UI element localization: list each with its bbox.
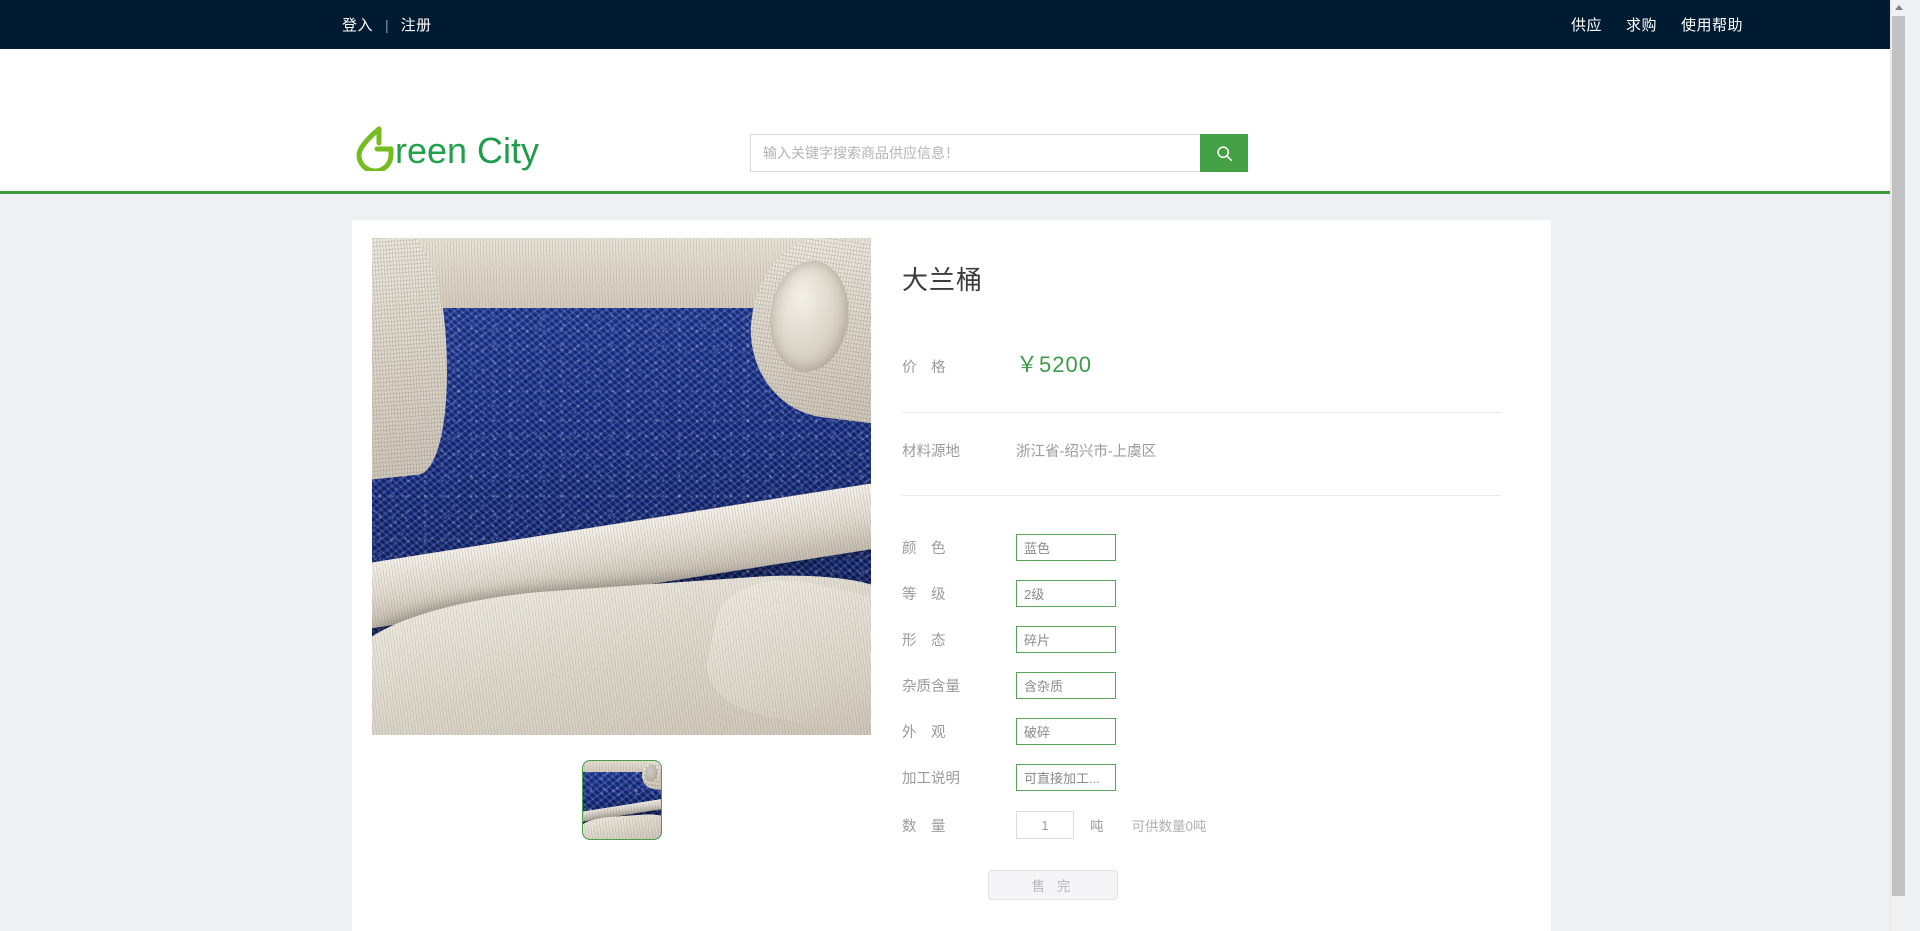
site-header: reen City [0,49,1905,194]
site-logo[interactable]: reen City [349,124,554,171]
svg-text:reen: reen [395,130,467,171]
product-title: 大兰桶 [902,265,984,295]
quantity-row: 数 量 吨 可供数量0吨 [902,802,1501,848]
divider-under-origin [902,495,1501,496]
attribute-row-color: 颜 色 蓝色 [902,524,1501,570]
svg-text:City: City [477,130,539,171]
attribute-label-form: 形 态 [902,632,946,649]
product-card-inner: 大兰桶 价 格 ￥5200 材料源地 浙江省-绍兴市-上虞区 颜 色 蓝色 等 … [352,220,1551,900]
origin-label: 材料源地 [902,444,960,460]
price-value: ￥5200 [1016,352,1092,377]
supply-link[interactable]: 供应 [1569,14,1604,35]
top-utility-bar: 登入 | 注册 供应 求购 使用帮助 [0,0,1905,49]
register-link[interactable]: 注册 [399,14,434,35]
card-bottom-strip [352,916,1551,931]
origin-row: 材料源地 浙江省-绍兴市-上虞区 [902,440,1501,461]
page-root: 登入 | 注册 供应 求购 使用帮助 reen City 输入关键字搜索商品供应… [0,0,1905,931]
attribute-label-appearance: 外 观 [902,724,946,741]
sold-out-button[interactable]: 售 完 [988,870,1118,900]
green-city-logo-icon: reen City [356,126,539,171]
scrollbar-thumb[interactable] [1892,16,1905,896]
product-main-image[interactable] [372,238,871,735]
quantity-label: 数 量 [902,818,946,835]
attribute-row-processing: 加工说明 可直接加工... [902,754,1501,800]
price-label: 价 格 [902,360,946,376]
attribute-row-appearance: 外 观 破碎 [902,708,1501,754]
attribute-row-impurity: 杂质含量 含杂质 [902,662,1501,708]
attribute-value-appearance[interactable]: 破碎 [1016,717,1116,745]
divider-under-price [902,412,1501,413]
attribute-value-impurity[interactable]: 含杂质 [1016,671,1116,699]
price-row: 价 格 ￥5200 [902,347,1501,379]
product-attributes: 颜 色 蓝色 等 级 2级 形 态 碎片 杂质含量 含杂质 外 观 破碎 加工说… [902,524,1501,900]
help-link[interactable]: 使用帮助 [1679,14,1745,35]
login-link[interactable]: 登入 [340,14,375,35]
attribute-row-form: 形 态 碎片 [902,616,1501,662]
search-bar [750,134,1248,172]
page-scrollbar[interactable] [1890,0,1905,931]
product-gallery [372,238,872,900]
attribute-value-grade[interactable]: 2级 [1016,579,1116,607]
topbar-separator: | [385,16,389,33]
attribute-label-grade: 等 级 [902,586,946,603]
search-button[interactable] [1200,134,1248,172]
search-input[interactable] [750,134,1200,172]
product-thumbnail-1[interactable] [582,760,662,840]
topbar-right-links: 供应 求购 使用帮助 [1569,14,1745,35]
buy-action-row: 售 完 [902,870,1501,900]
origin-value: 浙江省-绍兴市-上虞区 [1016,444,1157,460]
product-thumbnail-list [372,760,872,840]
attribute-value-processing[interactable]: 可直接加工... [1016,763,1116,791]
search-icon [1216,145,1232,161]
quantity-input[interactable] [1016,811,1074,839]
attribute-value-form[interactable]: 碎片 [1016,625,1116,653]
attribute-label-impurity: 杂质含量 [902,678,960,695]
attribute-value-color[interactable]: 蓝色 [1016,533,1116,561]
topbar-left-links: 登入 | 注册 [340,14,434,35]
available-stock-text: 可供数量0吨 [1131,819,1207,834]
product-detail-panel: 大兰桶 价 格 ￥5200 材料源地 浙江省-绍兴市-上虞区 颜 色 蓝色 等 … [872,238,1531,900]
attribute-label-processing: 加工说明 [902,770,960,787]
attribute-row-grade: 等 级 2级 [902,570,1501,616]
attribute-label-color: 颜 色 [902,540,946,557]
quantity-unit: 吨 [1090,819,1104,834]
scroll-up-arrow-icon[interactable] [1891,0,1906,15]
demand-link[interactable]: 求购 [1624,14,1659,35]
product-card: 大兰桶 价 格 ￥5200 材料源地 浙江省-绍兴市-上虞区 颜 色 蓝色 等 … [352,220,1551,920]
